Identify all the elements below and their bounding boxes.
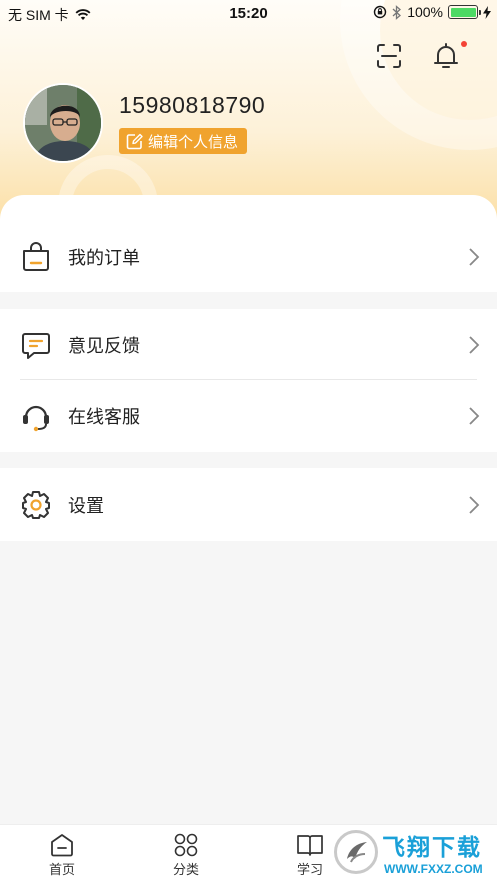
avatar[interactable] xyxy=(23,83,103,163)
tab-category[interactable]: 分类 xyxy=(146,833,226,878)
menu-label-feedback: 意见反馈 xyxy=(68,336,140,356)
notification-badge xyxy=(461,41,467,47)
edit-icon xyxy=(126,133,143,149)
chevron-right-icon xyxy=(469,495,480,514)
tab-label-category: 分类 xyxy=(172,862,199,877)
chevron-right-icon xyxy=(469,407,480,425)
menu-item-feedback[interactable]: 意见反馈 xyxy=(0,309,497,381)
edit-profile-button[interactable]: 编辑个人信息 xyxy=(119,128,248,154)
headset-icon xyxy=(23,405,49,432)
menu-label-orders: 我的订单 xyxy=(68,248,140,268)
edit-profile-label: 编辑个人信息 xyxy=(148,133,239,151)
grid-icon xyxy=(174,833,198,857)
home-icon xyxy=(51,834,73,857)
status-bar: 无 SIM 卡 15:20 100% xyxy=(0,0,497,26)
menu-label-settings: 设置 xyxy=(68,495,104,516)
scan-icon[interactable] xyxy=(373,40,405,72)
bag-icon xyxy=(23,242,49,271)
watermark-text: 飞翔下载 WWW.FXXZ.COM xyxy=(382,828,485,876)
status-right: 100% xyxy=(373,4,491,20)
chevron-right-icon xyxy=(469,248,480,266)
battery-icon xyxy=(448,5,481,19)
charging-icon xyxy=(483,5,491,19)
menu-item-service[interactable]: 在线客服 xyxy=(0,380,497,452)
watermark-cn: 飞翔下载 xyxy=(382,834,482,860)
lock-rotation-icon xyxy=(373,5,387,19)
chevron-right-icon xyxy=(469,336,480,354)
watermark-en: WWW.FXXZ.COM xyxy=(382,862,485,876)
battery-percent: 100% xyxy=(407,4,443,20)
chat-icon xyxy=(22,333,50,359)
watermark-logo xyxy=(334,830,378,874)
bell-icon[interactable] xyxy=(430,40,462,72)
user-phone: 15980818790 xyxy=(119,92,266,118)
menu-item-settings[interactable]: 设置 xyxy=(0,468,497,541)
settings-gear-icon xyxy=(22,490,50,519)
site-watermark: 飞翔下载 WWW.FXXZ.COM xyxy=(334,824,486,880)
bluetooth-icon xyxy=(392,4,402,20)
tab-home[interactable]: 首页 xyxy=(22,833,102,878)
menu-label-service: 在线客服 xyxy=(68,407,140,427)
book-icon xyxy=(297,835,323,856)
menu-item-orders[interactable]: 我的订单 xyxy=(0,222,497,292)
tab-label-home: 首页 xyxy=(48,862,75,877)
tab-label-study: 学习 xyxy=(296,862,323,877)
